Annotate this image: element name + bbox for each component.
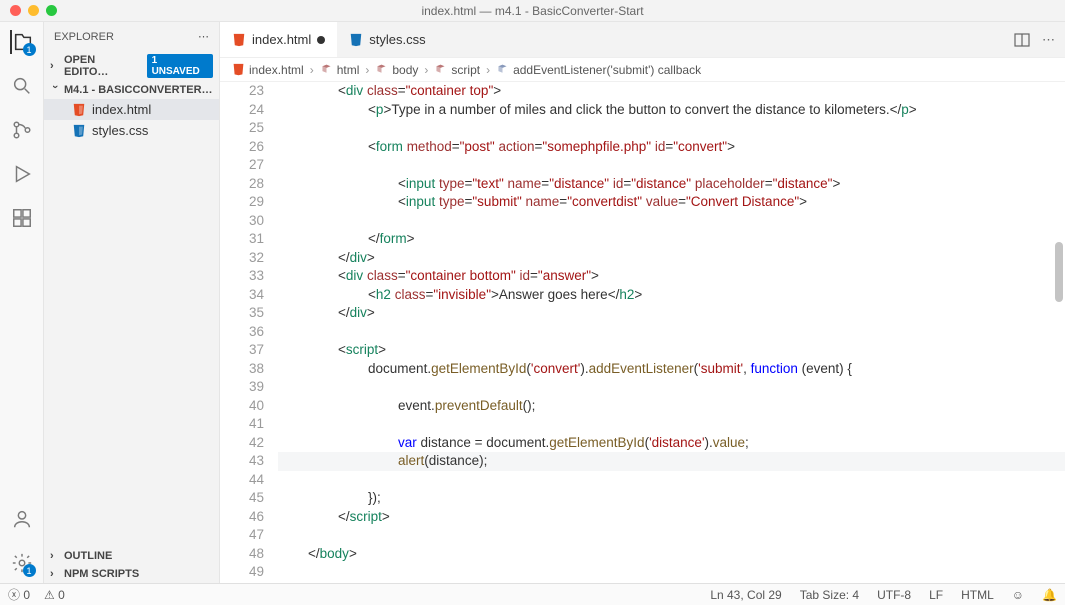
symbol-icon bbox=[375, 63, 388, 76]
outline-section[interactable]: › OUTLINE bbox=[44, 547, 220, 565]
sidebar-more-icon[interactable]: ⋯ bbox=[198, 30, 209, 43]
crumb[interactable]: addEventListener('submit') callback bbox=[513, 63, 701, 77]
split-editor-icon[interactable] bbox=[1014, 32, 1030, 48]
outline-label: OUTLINE bbox=[64, 550, 112, 562]
file-name: index.html bbox=[92, 102, 151, 117]
minimize-window-button[interactable] bbox=[28, 5, 39, 16]
symbol-icon bbox=[496, 63, 509, 76]
activity-bar: 1 1 bbox=[0, 22, 44, 583]
sidebar-title: EXPLORER bbox=[54, 31, 114, 43]
settings-badge: 1 bbox=[23, 564, 36, 577]
file-name: styles.css bbox=[92, 123, 148, 138]
status-feedback-icon[interactable]: ☺ bbox=[1012, 588, 1024, 602]
modified-indicator-icon bbox=[317, 36, 325, 44]
close-window-button[interactable] bbox=[10, 5, 21, 16]
crumb[interactable]: script bbox=[451, 63, 480, 77]
tab-label: index.html bbox=[252, 32, 311, 47]
code-editor[interactable]: 2324252627282930313233343536373839404142… bbox=[220, 82, 1065, 583]
run-debug-icon[interactable] bbox=[10, 162, 34, 186]
status-tabsize[interactable]: Tab Size: 4 bbox=[800, 588, 859, 602]
open-editors-label: OPEN EDITO… bbox=[64, 54, 143, 78]
chevron-right-icon: › bbox=[50, 568, 60, 580]
code-content[interactable]: <div class="container top"> <p>Type in a… bbox=[278, 82, 1065, 583]
open-editors-section[interactable]: › OPEN EDITO… 1 UNSAVED bbox=[44, 51, 219, 81]
more-actions-icon[interactable]: ⋯ bbox=[1042, 32, 1055, 48]
css-file-icon bbox=[72, 124, 86, 138]
chevron-down-icon: › bbox=[49, 85, 61, 95]
status-cursor[interactable]: Ln 43, Col 29 bbox=[710, 588, 781, 602]
tab-index-html[interactable]: index.html bbox=[220, 22, 337, 57]
extensions-icon[interactable] bbox=[10, 206, 34, 230]
html-file-icon bbox=[232, 33, 246, 47]
search-icon[interactable] bbox=[10, 74, 34, 98]
html-file-icon bbox=[232, 63, 245, 76]
scrollbar-thumb[interactable] bbox=[1055, 242, 1063, 302]
maximize-window-button[interactable] bbox=[46, 5, 57, 16]
crumb[interactable]: index.html bbox=[249, 63, 304, 77]
status-warnings[interactable]: ⚠ 0 bbox=[44, 588, 65, 602]
window-title: index.html — m4.1 - BasicConverter-Start bbox=[421, 4, 643, 18]
unsaved-badge: 1 UNSAVED bbox=[147, 54, 213, 78]
chevron-right-icon: › bbox=[50, 60, 60, 72]
editor-area: index.html styles.css ⋯ index.html› html… bbox=[220, 22, 1065, 583]
crumb[interactable]: body bbox=[392, 63, 418, 77]
explorer-icon[interactable]: 1 bbox=[10, 30, 34, 54]
status-errors[interactable]: ⓧ 0 bbox=[8, 586, 30, 603]
project-section[interactable]: › M4.1 - BASICCONVERTER… bbox=[44, 81, 219, 99]
line-gutter: 2324252627282930313233343536373839404142… bbox=[220, 82, 278, 583]
status-eol[interactable]: LF bbox=[929, 588, 943, 602]
window-controls bbox=[0, 5, 57, 16]
file-item-styles-css[interactable]: styles.css bbox=[44, 120, 219, 141]
npm-scripts-label: NPM SCRIPTS bbox=[64, 568, 139, 580]
sidebar: EXPLORER ⋯ › OPEN EDITO… 1 UNSAVED › M4.… bbox=[44, 22, 220, 583]
titlebar: index.html — m4.1 - BasicConverter-Start bbox=[0, 0, 1065, 22]
crumb[interactable]: html bbox=[337, 63, 360, 77]
project-label: M4.1 - BASICCONVERTER… bbox=[64, 84, 213, 96]
status-bar: ⓧ 0 ⚠ 0 Ln 43, Col 29 Tab Size: 4 UTF-8 … bbox=[0, 583, 1065, 605]
tab-label: styles.css bbox=[369, 32, 425, 47]
explorer-badge: 1 bbox=[23, 43, 36, 56]
symbol-icon bbox=[434, 63, 447, 76]
status-encoding[interactable]: UTF-8 bbox=[877, 588, 911, 602]
css-file-icon bbox=[349, 33, 363, 47]
file-item-index-html[interactable]: index.html bbox=[44, 99, 219, 120]
settings-gear-icon[interactable]: 1 bbox=[10, 551, 34, 575]
symbol-icon bbox=[320, 63, 333, 76]
status-lang[interactable]: HTML bbox=[961, 588, 994, 602]
account-icon[interactable] bbox=[10, 507, 34, 531]
source-control-icon[interactable] bbox=[10, 118, 34, 142]
npm-scripts-section[interactable]: › NPM SCRIPTS bbox=[44, 565, 220, 583]
tab-styles-css[interactable]: styles.css bbox=[337, 22, 437, 57]
chevron-right-icon: › bbox=[50, 550, 60, 562]
html-file-icon bbox=[72, 103, 86, 117]
tab-bar: index.html styles.css ⋯ bbox=[220, 22, 1065, 58]
status-bell-icon[interactable]: 🔔 bbox=[1042, 588, 1057, 602]
breadcrumb[interactable]: index.html› html› body› script› addEvent… bbox=[220, 58, 1065, 82]
